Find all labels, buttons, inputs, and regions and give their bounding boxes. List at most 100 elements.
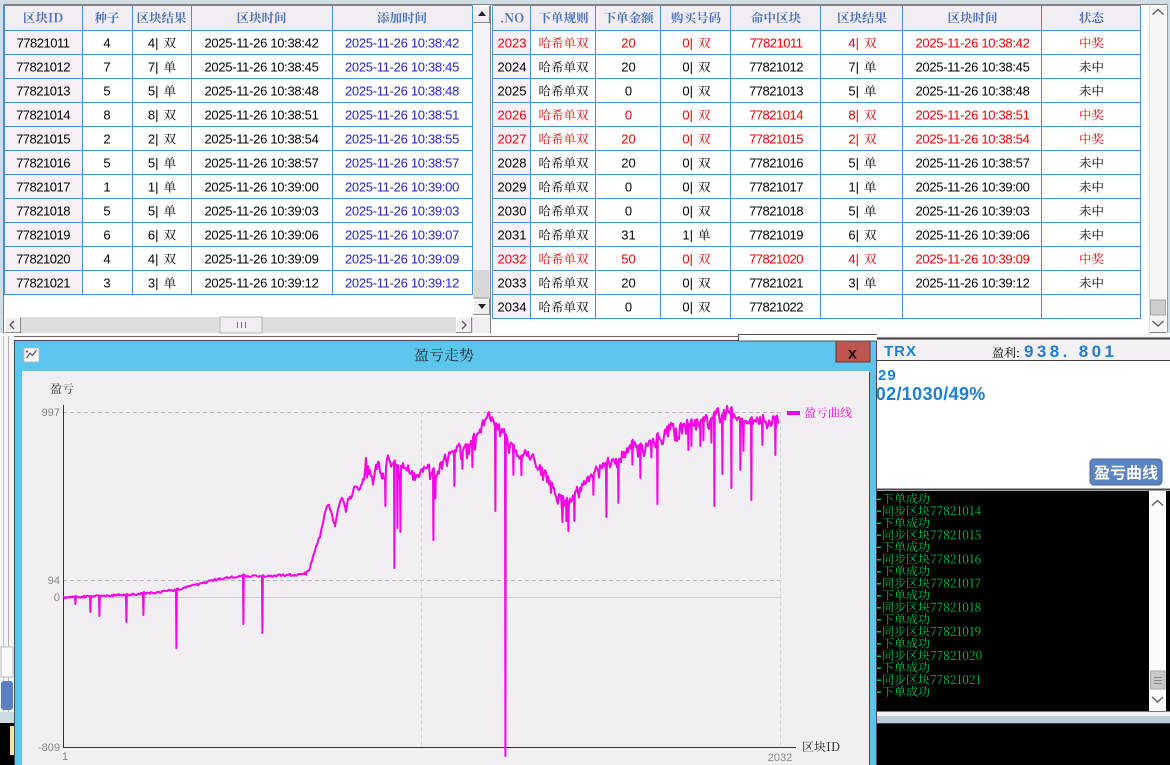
svg-text:77821015: 77821015 [16,132,70,147]
svg-text:8|: 8| [848,108,859,123]
svg-text:0|: 0| [682,276,693,291]
svg-text:0: 0 [54,592,60,604]
svg-text:0|: 0| [682,204,693,219]
svg-text:77821016: 77821016 [749,156,803,171]
svg-text:77821016: 77821016 [16,156,70,171]
svg-text:1|: 1| [148,180,159,195]
svg-text:2025-11-26 10:39:00: 2025-11-26 10:39:00 [915,180,1029,195]
svg-text:77821018: 77821018 [749,204,803,219]
svg-text:5: 5 [103,84,110,99]
svg-text:2025-11-26 10:38:42: 2025-11-26 10:38:42 [345,36,459,51]
svg-text:2025-11-26 10:38:48: 2025-11-26 10:38:48 [204,84,318,99]
svg-text:1: 1 [103,180,110,195]
svg-text:0|: 0| [682,60,693,75]
svg-text:0: 0 [625,300,632,315]
svg-text:2025: 2025 [498,84,527,99]
svg-text:77821013: 77821013 [16,84,70,99]
svg-text:20: 20 [621,60,635,75]
svg-text:77821013: 77821013 [749,84,803,99]
svg-text:5: 5 [103,204,110,219]
svg-text:2028: 2028 [498,156,527,171]
svg-text:77821015: 77821015 [749,132,803,147]
svg-text:77821012: 77821012 [749,60,803,75]
svg-text:1|: 1| [848,180,859,195]
svg-text:2025-11-26 10:39:07: 2025-11-26 10:39:07 [345,228,459,243]
svg-text:6: 6 [103,228,110,243]
svg-text:2025-11-26 10:38:51: 2025-11-26 10:38:51 [915,108,1029,123]
svg-text:5|: 5| [148,156,159,171]
svg-text:x: x [848,346,857,363]
svg-text:2025-11-26 10:38:57: 2025-11-26 10:38:57 [204,156,318,171]
svg-text:7|: 7| [148,60,159,75]
svg-text:77821017: 77821017 [16,180,70,195]
svg-text:5|: 5| [148,84,159,99]
svg-text:5: 5 [103,156,110,171]
svg-text:77821022: 77821022 [749,300,803,315]
svg-text:2025-11-26 10:39:00: 2025-11-26 10:39:00 [204,180,318,195]
svg-text:5|: 5| [848,84,859,99]
svg-text:0: 0 [625,180,632,195]
svg-text:5|: 5| [848,204,859,219]
svg-text:2025-11-26 10:39:06: 2025-11-26 10:39:06 [204,228,318,243]
svg-text:2025-11-26 10:38:42: 2025-11-26 10:38:42 [915,36,1029,51]
svg-text:2025-11-26 10:39:03: 2025-11-26 10:39:03 [204,204,318,219]
svg-text:20: 20 [621,276,635,291]
svg-text:3|: 3| [848,276,859,291]
svg-text:94: 94 [48,575,60,587]
svg-text:4|: 4| [148,252,159,267]
svg-text:2025-11-26 10:39:03: 2025-11-26 10:39:03 [345,204,459,219]
svg-text:2025-11-26 10:38:45: 2025-11-26 10:38:45 [345,60,459,75]
svg-text:4|: 4| [848,36,859,51]
svg-text:997: 997 [42,407,60,419]
svg-text:6|: 6| [148,228,159,243]
svg-text:2025-11-26 10:38:42: 2025-11-26 10:38:42 [204,36,318,51]
svg-text:2025-11-26 10:38:45: 2025-11-26 10:38:45 [915,60,1029,75]
svg-text:3|: 3| [148,276,159,291]
svg-text:77821017: 77821017 [749,180,803,195]
svg-text:77821021: 77821021 [16,276,70,291]
svg-text:2025-11-26 10:38:48: 2025-11-26 10:38:48 [345,84,459,99]
svg-text:2025-11-26 10:39:09: 2025-11-26 10:39:09 [204,252,318,267]
svg-text:0|: 0| [682,180,693,195]
svg-text:77821021: 77821021 [749,276,803,291]
svg-text:1: 1 [62,751,68,763]
svg-text:0: 0 [625,84,632,99]
svg-text:31: 31 [621,228,635,243]
svg-text:-809: -809 [38,742,60,754]
svg-text:5|: 5| [148,204,159,219]
svg-text:2025-11-26 10:39:06: 2025-11-26 10:39:06 [915,228,1029,243]
svg-text:2029: 2029 [498,180,527,195]
svg-text:938. 801: 938. 801 [1024,342,1117,361]
svg-text:2025-11-26 10:38:55: 2025-11-26 10:38:55 [345,132,459,147]
svg-text:2025-11-26 10:38:51: 2025-11-26 10:38:51 [204,108,318,123]
svg-text:2025-11-26 10:38:57: 2025-11-26 10:38:57 [345,156,459,171]
svg-text:77821019: 77821019 [16,228,70,243]
svg-text:0|: 0| [682,252,693,267]
svg-text:6|: 6| [848,228,859,243]
svg-text:2031: 2031 [498,228,527,243]
svg-text:20: 20 [621,156,635,171]
svg-text:2034: 2034 [498,300,527,315]
svg-text:50: 50 [621,252,635,267]
svg-text:2025-11-26 10:39:09: 2025-11-26 10:39:09 [345,252,459,267]
svg-text:0|: 0| [682,300,693,315]
svg-text:4|: 4| [848,252,859,267]
svg-text:4: 4 [103,252,110,267]
svg-text:77821019: 77821019 [749,228,803,243]
svg-text:2025-11-26 10:39:03: 2025-11-26 10:39:03 [915,204,1029,219]
svg-text:2025-11-26 10:39:12: 2025-11-26 10:39:12 [915,276,1029,291]
svg-text:0: 0 [625,204,632,219]
svg-text:0|: 0| [682,156,693,171]
svg-text:2025-11-26 10:38:57: 2025-11-26 10:38:57 [915,156,1029,171]
svg-text:2025-11-26 10:39:12: 2025-11-26 10:39:12 [204,276,318,291]
svg-text:29: 29 [878,367,897,384]
svg-text:2: 2 [103,132,110,147]
svg-text:77821020: 77821020 [749,252,803,267]
svg-text:77821018: 77821018 [16,204,70,219]
svg-text:7|: 7| [848,60,859,75]
svg-text:5|: 5| [848,156,859,171]
svg-text:2|: 2| [848,132,859,147]
svg-text:77821011: 77821011 [750,36,803,51]
svg-text:2025-11-26 10:39:00: 2025-11-26 10:39:00 [345,180,459,195]
svg-text:3: 3 [103,276,110,291]
